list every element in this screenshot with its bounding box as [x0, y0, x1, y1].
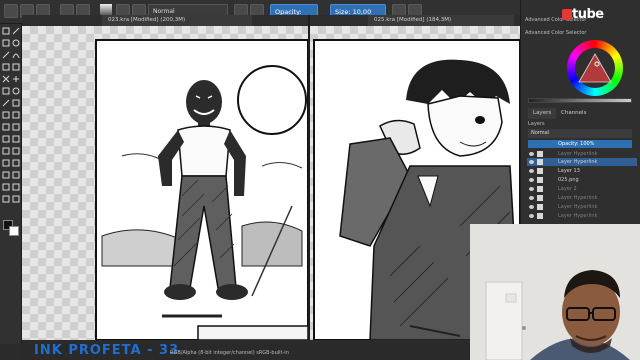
- color-profile-status: RGB/Alpha (8-bit integer/channel) sRGB-b…: [170, 350, 289, 356]
- tab-channels[interactable]: Channels: [556, 108, 592, 119]
- freehand-select-icon: [12, 135, 20, 143]
- text-tool-icon: [12, 99, 20, 107]
- layer-row[interactable]: Layer Hyperlink: [527, 212, 637, 220]
- color-selector-subtitle: Advanced Color Selector: [525, 30, 587, 36]
- grid-tool-icon: [2, 183, 10, 191]
- layer-blend-mode-select[interactable]: Normal: [528, 129, 632, 138]
- pan-tool-icon: [2, 159, 10, 167]
- layer-thumbnail: [537, 177, 543, 183]
- layer-name: Layer Hyperlink: [558, 204, 598, 210]
- visibility-eye-icon[interactable]: [529, 196, 534, 200]
- visibility-eye-icon[interactable]: [529, 160, 534, 164]
- layer-thumbnail: [537, 204, 543, 210]
- visibility-eye-icon[interactable]: [529, 214, 534, 218]
- layer-name: 025.png: [558, 177, 579, 183]
- layer-thumbnail: [537, 213, 543, 219]
- layer-row[interactable]: Layer 2: [527, 185, 637, 193]
- layer-name: Layer Hyperlink: [558, 151, 598, 157]
- fill-tool-icon: [2, 63, 10, 71]
- webcam-person-image: [470, 224, 640, 360]
- new-file-icon[interactable]: [4, 4, 18, 18]
- layer-name: Layer Hyperlink: [558, 195, 598, 201]
- layer-name: Layer 13: [558, 168, 580, 174]
- shape-edit-icon: [12, 195, 20, 203]
- ellipse-select-icon: [12, 147, 20, 155]
- visibility-eye-icon[interactable]: [529, 205, 534, 209]
- color-slider[interactable]: [528, 98, 632, 103]
- layer-opacity-slider[interactable]: Opacity: 100%: [528, 140, 632, 148]
- similar-select-icon: [12, 123, 20, 131]
- visibility-eye-icon[interactable]: [529, 178, 534, 182]
- visibility-eye-icon[interactable]: [529, 187, 534, 191]
- measure-tool-icon: [12, 111, 20, 119]
- layer-name: Layer Hyperlink: [558, 159, 598, 165]
- multibrush-tool-icon: [2, 171, 10, 179]
- document-tabs: 023.kra [Modified] (200,3M) 025.kra [Mod…: [22, 15, 520, 26]
- layer-name: Layer 2: [558, 186, 577, 192]
- layer-row[interactable]: Layer Hyperlink: [527, 203, 637, 211]
- brush-tool-icon: [12, 27, 20, 35]
- color-triangle[interactable]: [577, 52, 613, 84]
- ellipse-tool-icon: [12, 39, 20, 47]
- polygon-select-icon: [2, 147, 10, 155]
- dyna-tool-icon: [12, 171, 20, 179]
- rectangle-tool-icon: [2, 39, 10, 47]
- crop-tool-icon: [2, 87, 10, 95]
- comic-page-left: [95, 39, 308, 340]
- eyedropper-tool-icon: [2, 99, 10, 107]
- layer-row[interactable]: Layer Hyperlink: [527, 150, 637, 158]
- curve-tool-icon: [12, 53, 20, 59]
- tab-document-025[interactable]: 025.kra [Modified] (184,3M): [368, 15, 514, 26]
- layers-panel-title: Layers: [528, 121, 545, 127]
- colorize-tool-icon: [2, 195, 10, 203]
- layer-row[interactable]: Layer Hyperlink: [527, 194, 637, 202]
- select-tool-icon: [2, 27, 10, 35]
- visibility-eye-icon[interactable]: [529, 152, 534, 156]
- video-title-overlay: INK PROFETA - 33: [34, 343, 180, 358]
- dtube-logo-icon: [562, 9, 572, 20]
- bezier-select-icon: [2, 135, 10, 143]
- layer-thumbnail: [537, 186, 543, 192]
- layer-row[interactable]: Layer 13: [527, 167, 637, 175]
- layer-row[interactable]: 025.png: [527, 176, 637, 184]
- zoom-tool-icon: [12, 87, 20, 95]
- line-tool-icon: [2, 51, 10, 59]
- layer-thumbnail: [537, 151, 543, 157]
- gradient-tool-icon: [12, 63, 20, 71]
- tab-layers[interactable]: Layers: [528, 108, 557, 119]
- toolbox: [0, 24, 22, 344]
- tab-document-023[interactable]: 023.kra [Modified] (200,3M): [102, 15, 252, 26]
- layer-thumbnail: [537, 159, 543, 165]
- contiguous-select-icon: [2, 123, 10, 131]
- krita-window: Normal Opacity: 1,00 Size: 10,00 px: [0, 0, 640, 360]
- reference-tool-icon: [12, 183, 20, 191]
- visibility-eye-icon[interactable]: [529, 169, 534, 173]
- webcam-overlay: [470, 224, 640, 360]
- tool-icons[interactable]: [0, 24, 22, 344]
- assistant-tool-icon: [2, 111, 10, 119]
- layer-name: Layer Hyperlink: [558, 213, 598, 219]
- canvas-left[interactable]: [22, 26, 308, 340]
- smart-patch-icon: [12, 159, 20, 167]
- move-tool-icon: [2, 75, 10, 83]
- transform-tool-icon: [13, 76, 19, 82]
- dtube-watermark: tube: [572, 7, 604, 22]
- background-color-swatch[interactable]: [9, 226, 19, 236]
- layer-row[interactable]: Layer Hyperlink: [527, 158, 637, 166]
- layer-thumbnail: [537, 195, 543, 201]
- layer-thumbnail: [537, 168, 543, 174]
